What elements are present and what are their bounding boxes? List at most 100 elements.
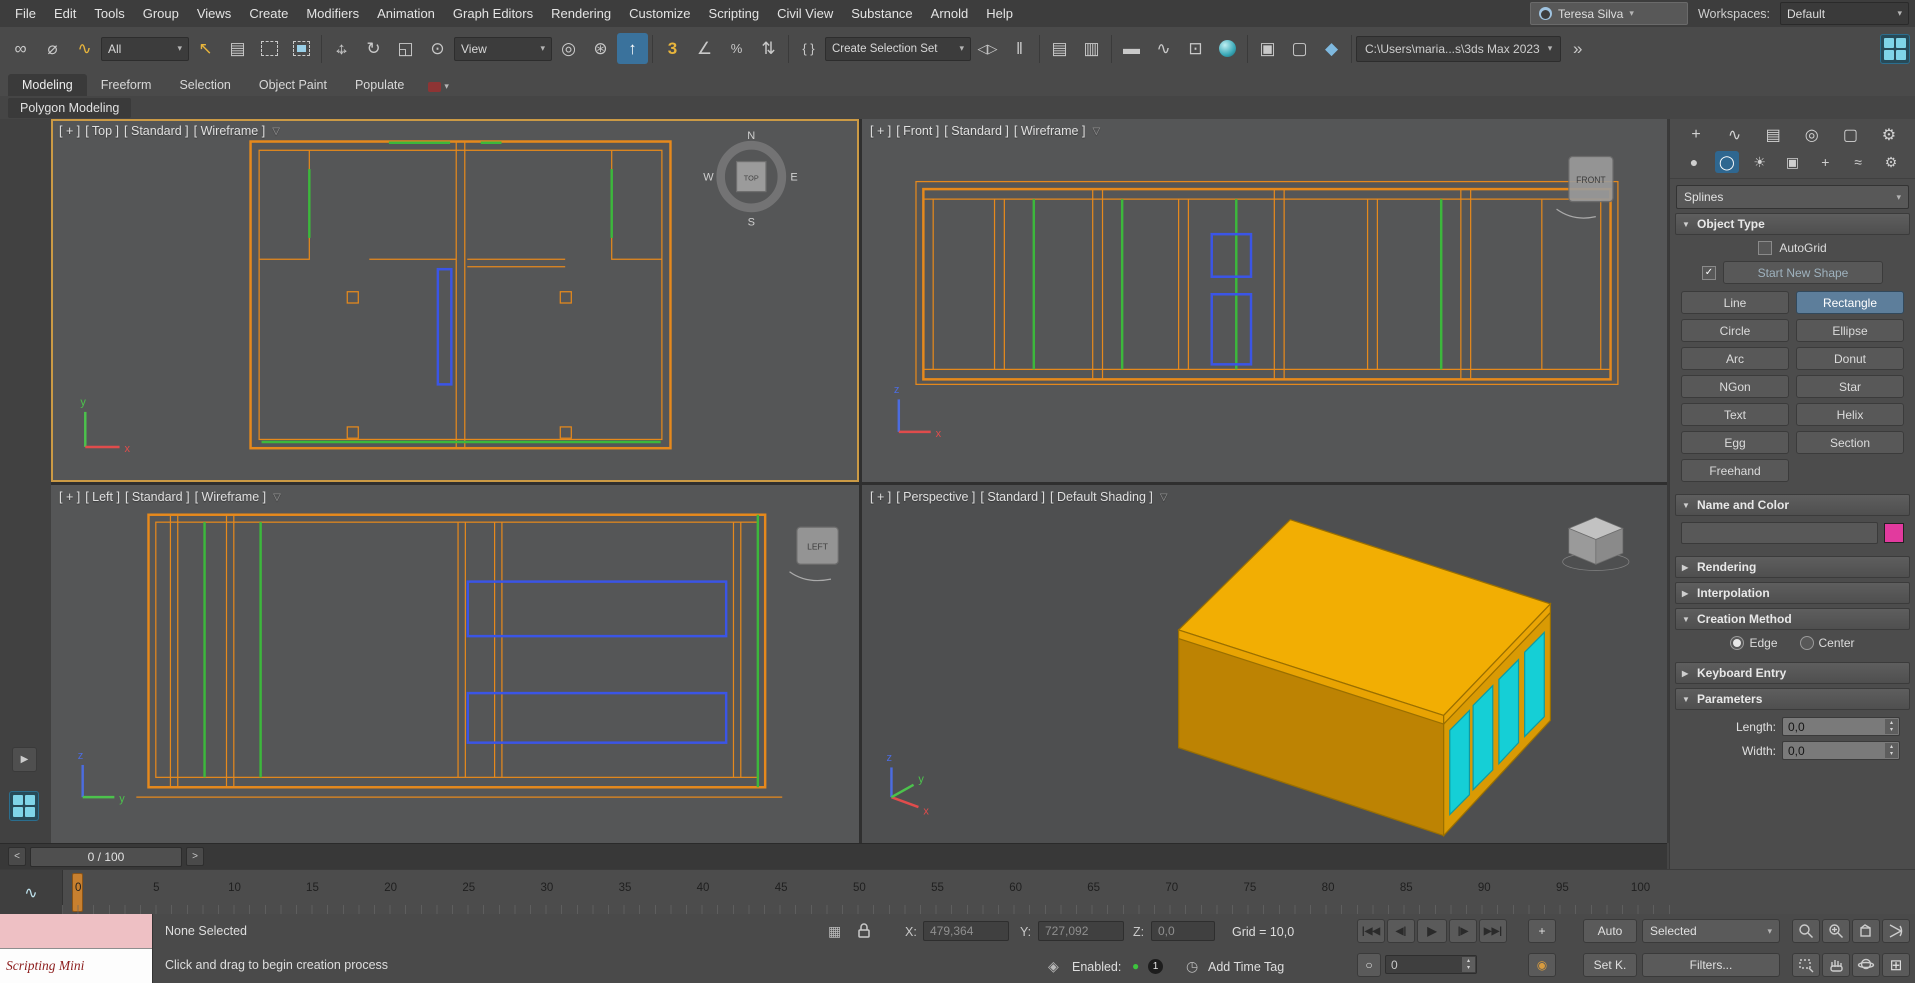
viewport-menu-shading[interactable]: [ Wireframe ] [195, 490, 267, 504]
menu-tools[interactable]: Tools [85, 0, 133, 27]
x-coordinate-field[interactable]: 479,364 [923, 921, 1009, 941]
object-name-field[interactable] [1681, 522, 1878, 544]
menu-scripting[interactable]: Scripting [700, 0, 769, 27]
perspective-viewport-canvas[interactable]: z x y [862, 485, 1667, 843]
ribbon-tab-selection[interactable]: Selection [165, 74, 244, 96]
rollout-header-name-color[interactable]: ▼ Name and Color [1675, 494, 1910, 516]
filter-funnel-icon[interactable]: ▽ [273, 492, 281, 503]
menu-graph-editors[interactable]: Graph Editors [444, 0, 542, 27]
menu-customize[interactable]: Customize [620, 0, 699, 27]
shape-button-line[interactable]: Line [1681, 291, 1789, 314]
zoom-extents-button[interactable] [1852, 919, 1880, 943]
autogrid-checkbox[interactable] [1758, 241, 1772, 255]
shape-button-arc[interactable]: Arc [1681, 347, 1789, 370]
viewport-front[interactable]: FRONT z x [ + ] [ Front ] [ Standard ] [… [862, 119, 1667, 482]
menu-arnold[interactable]: Arnold [922, 0, 978, 27]
front-viewport-canvas[interactable]: FRONT z x [862, 119, 1667, 482]
rollout-header-keyboard-entry[interactable]: ▶ Keyboard Entry [1675, 662, 1910, 684]
helpers-category-icon[interactable]: + [1813, 151, 1837, 173]
ribbon-tab-object-paint[interactable]: Object Paint [245, 74, 341, 96]
viewport-left[interactable]: LEFT z y [ + ] [ Left ] [ Standard ] [ W… [51, 485, 859, 843]
display-tab-icon[interactable]: ▢ [1838, 124, 1862, 146]
menu-help[interactable]: Help [977, 0, 1022, 27]
unlink-selection-icon[interactable]: ⌀ [37, 33, 68, 64]
clock-icon[interactable]: ◷ [1186, 958, 1198, 975]
viewport-menu-shading[interactable]: [ Default Shading ] [1050, 490, 1153, 504]
shape-button-egg[interactable]: Egg [1681, 431, 1789, 454]
go-to-end-button[interactable]: ▶▶| [1479, 919, 1507, 943]
curve-editor-icon[interactable]: ∿ [1148, 33, 1179, 64]
rollout-header-creation-method[interactable]: ▼ Creation Method [1675, 608, 1910, 630]
angle-snap-icon[interactable]: ∠ [689, 33, 720, 64]
toggle-scene-explorer-icon[interactable]: ▤ [1044, 33, 1075, 64]
menu-group[interactable]: Group [134, 0, 188, 27]
viewport-menu-plus[interactable]: [ + ] [870, 124, 891, 138]
spin-up-icon[interactable]: ▴ [1467, 958, 1470, 965]
z-coordinate-field[interactable]: 0,0 [1151, 921, 1215, 941]
selection-filter-dropdown[interactable]: All ▾ [101, 37, 189, 61]
shape-button-circle[interactable]: Circle [1681, 319, 1789, 342]
viewport-menu-view[interactable]: [ Left ] [85, 490, 120, 504]
cameras-category-icon[interactable]: ▣ [1780, 151, 1804, 173]
motion-tab-icon[interactable]: ◎ [1800, 124, 1824, 146]
shape-category-dropdown[interactable]: Splines ▾ [1676, 185, 1909, 209]
named-selection-sets-dropdown[interactable]: Create Selection Set ▾ [825, 37, 971, 61]
hierarchy-tab-icon[interactable]: ▤ [1761, 124, 1785, 146]
shape-button-section[interactable]: Section [1796, 431, 1904, 454]
spacewarps-category-icon[interactable]: ≈ [1846, 151, 1870, 173]
viewport-menu-plus[interactable]: [ + ] [59, 124, 80, 138]
field-of-view-button[interactable] [1882, 919, 1910, 943]
viewcube-compass[interactable]: TOP N E S W [703, 130, 798, 229]
listener-pane[interactable]: Scripting Mini [0, 949, 152, 983]
ribbon-tab-populate[interactable]: Populate [341, 74, 418, 96]
select-and-manipulate-icon[interactable]: ⊛ [585, 33, 616, 64]
select-and-rotate-icon[interactable]: ↻ [358, 33, 389, 64]
viewport-menu-view[interactable]: [ Perspective ] [896, 490, 975, 504]
shape-button-star[interactable]: Star [1796, 375, 1904, 398]
shapes-category-icon[interactable]: ◯ [1715, 151, 1739, 173]
start-new-shape-button[interactable]: Start New Shape [1723, 261, 1883, 284]
spin-down-icon[interactable]: ▾ [1890, 751, 1893, 758]
width-spinner[interactable]: 0,0 ▴▾ [1782, 741, 1900, 760]
viewport-perspective[interactable]: z x y [ + ] [ Perspective ] [ Standard ]… [862, 485, 1667, 843]
rollout-header-parameters[interactable]: ▼ Parameters [1675, 688, 1910, 710]
modify-tab-icon[interactable]: ∿ [1723, 124, 1747, 146]
select-object-icon[interactable]: ↖ [190, 33, 221, 64]
viewport-menu-renderer[interactable]: [ Standard ] [124, 124, 189, 138]
enabled-count-badge[interactable]: 1 [1148, 959, 1163, 974]
key-mode-toggle-icon[interactable]: ○ [1357, 953, 1381, 977]
viewport-menu-plus[interactable]: [ + ] [59, 490, 80, 504]
toolbar-overflow-icon[interactable]: » [1562, 33, 1593, 64]
viewport-menu-plus[interactable]: [ + ] [870, 490, 891, 504]
shape-button-donut[interactable]: Donut [1796, 347, 1904, 370]
shape-button-ellipse[interactable]: Ellipse [1796, 319, 1904, 342]
schematic-view-icon[interactable]: ⊡ [1180, 33, 1211, 64]
menu-views[interactable]: Views [188, 0, 240, 27]
menu-animation[interactable]: Animation [368, 0, 444, 27]
select-and-link-icon[interactable]: ∞ [5, 33, 36, 64]
zoom-button[interactable] [1792, 919, 1820, 943]
next-frame-button[interactable]: |▶ [1449, 919, 1477, 943]
systems-category-icon[interactable]: ⚙ [1879, 151, 1903, 173]
bind-to-space-warp-icon[interactable]: ∿ [69, 33, 100, 64]
ribbon-config-dropdown[interactable]: ▾ [428, 81, 449, 96]
viewport-layout-icon[interactable] [1880, 34, 1910, 64]
viewcube[interactable]: LEFT [790, 527, 839, 580]
ribbon-tab-modeling[interactable]: Modeling [8, 74, 87, 96]
polygon-modeling-panel-tab[interactable]: Polygon Modeling [8, 98, 131, 118]
user-account-dropdown[interactable]: Teresa Silva ▾ [1530, 2, 1688, 25]
toggle-layer-explorer-icon[interactable]: ▥ [1076, 33, 1107, 64]
viewport-menu-renderer[interactable]: [ Standard ] [944, 124, 1009, 138]
layout-tabs-arrow-button[interactable]: ▶ [12, 747, 37, 772]
mirror-icon[interactable]: ◁▷ [972, 33, 1003, 64]
workspace-dropdown[interactable]: Default ▾ [1780, 2, 1909, 25]
shape-button-text[interactable]: Text [1681, 403, 1789, 426]
pan-hand-button[interactable] [1822, 953, 1850, 977]
viewcube-3d[interactable] [1563, 517, 1629, 570]
viewcube[interactable]: FRONT [1557, 157, 1613, 219]
rollout-header-interpolation[interactable]: ▶ Interpolation [1675, 582, 1910, 604]
filters-button[interactable]: Filters... [1642, 953, 1780, 977]
spin-down-icon[interactable]: ▾ [1890, 727, 1893, 734]
transform-typein-toggle-icon[interactable]: ▦ [828, 923, 841, 940]
snaps-toggle-icon[interactable]: 3 [657, 33, 688, 64]
